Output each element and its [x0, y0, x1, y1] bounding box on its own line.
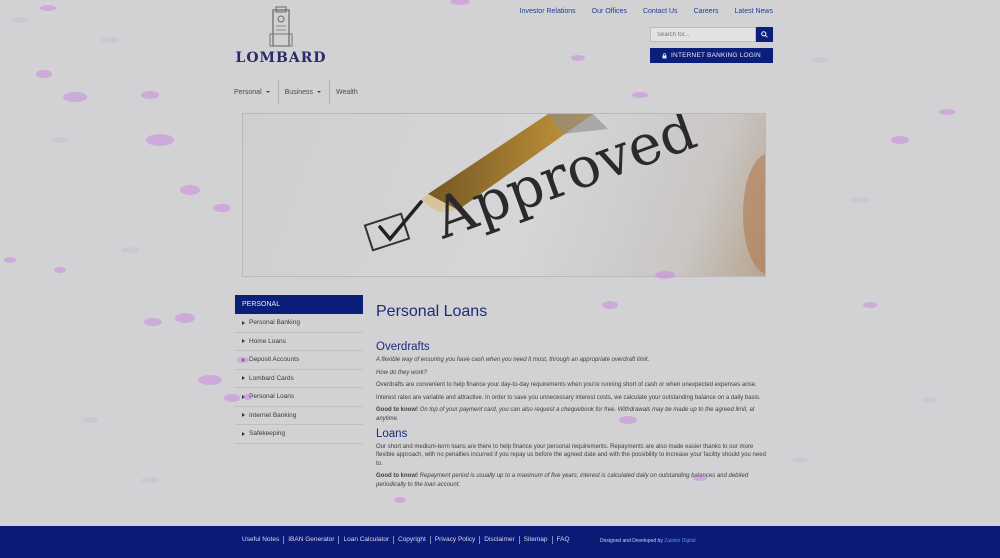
footer-link-loan-calculator[interactable]: Loan Calculator — [339, 536, 394, 544]
sidebar-item-label: Internet Banking — [249, 411, 297, 419]
search-icon — [761, 31, 768, 38]
footer-link-privacy-policy[interactable]: Privacy Policy — [431, 536, 481, 544]
search-button[interactable] — [756, 27, 773, 42]
approved-stamp-image: Approved — [363, 114, 765, 274]
credit-link[interactable]: Zalatini Digital — [664, 538, 695, 544]
caret-right-icon — [242, 431, 245, 436]
top-links: Investor Relations Our Offices Contact U… — [504, 8, 773, 15]
overdrafts-intro: A flexible way of ensuring you have cash… — [376, 357, 650, 363]
overdrafts-paragraph-1: Overdrafts are convenient to help financ… — [376, 382, 757, 389]
nav-wealth-label: Wealth — [336, 88, 358, 96]
good-to-know-text: Repayment period is usually up to a maxi… — [376, 473, 749, 488]
overdrafts-good-to-know: Good to know! On top of your payment car… — [376, 406, 766, 423]
good-to-know-label: Good to know! — [376, 407, 418, 414]
tower-emblem-icon — [269, 6, 293, 47]
loans-good-to-know: Good to know! Repayment period is usuall… — [376, 472, 766, 489]
internet-banking-label: INTERNET BANKING LOGIN — [671, 52, 761, 59]
link-latest-news[interactable]: Latest News — [734, 8, 773, 15]
good-to-know-label: Good to know! — [376, 473, 418, 480]
link-our-offices[interactable]: Our Offices — [592, 8, 627, 15]
chevron-down-icon — [317, 91, 322, 93]
chevron-down-icon — [265, 91, 270, 93]
sidebar-item-label: Personal Banking — [249, 319, 300, 327]
caret-right-icon — [242, 320, 245, 325]
internet-banking-login-button[interactable]: INTERNET BANKING LOGIN — [650, 48, 773, 63]
footer-link-sitemap[interactable]: Sitemap — [520, 536, 553, 544]
footer-link-useful-notes[interactable]: Useful Notes — [242, 536, 285, 544]
footer-links: Useful Notes IBAN Generator Loan Calcula… — [242, 536, 574, 544]
sidebar-item-label: Personal Loans — [249, 393, 295, 401]
sidebar-item-lombard-cards[interactable]: Lombard Cards — [235, 370, 363, 388]
link-careers[interactable]: Careers — [694, 8, 719, 15]
footer-link-faq[interactable]: FAQ — [553, 536, 574, 544]
nav-divider — [277, 80, 279, 104]
overdrafts-question: How do they work? — [376, 369, 428, 376]
sidebar-item-label: Lombard Cards — [249, 374, 294, 382]
nav-business-label: Business — [284, 88, 314, 96]
nav-divider — [329, 80, 331, 104]
sidebar-item-label: Safekeeping — [249, 430, 286, 438]
footer: Useful Notes IBAN Generator Loan Calcula… — [0, 526, 1000, 558]
lombard-logo[interactable]: LOMBARD — [234, 6, 328, 68]
overdrafts-paragraph-2: Interest rates are variable and attracti… — [376, 394, 761, 401]
sidebar-item-safekeeping[interactable]: Safekeeping — [235, 425, 363, 444]
sidebar-item-label: Home Loans — [249, 337, 286, 345]
banner-text: Approved — [425, 114, 705, 252]
search-input[interactable] — [650, 27, 756, 42]
footer-link-iban-generator[interactable]: IBAN Generator — [284, 536, 340, 544]
page-title: Personal Loans — [376, 303, 488, 320]
hero-banner: Approved — [242, 113, 766, 277]
nav-business[interactable]: Business — [285, 80, 329, 104]
sidebar-item-personal-loans[interactable]: Personal Loans — [235, 388, 363, 407]
loans-paragraph-1: Our short and medium-term loans are ther… — [376, 443, 766, 467]
caret-right-icon — [242, 413, 245, 418]
search-bar — [650, 27, 773, 42]
lock-icon — [662, 52, 667, 58]
sidebar-item-label: Deposit Accounts — [249, 356, 300, 364]
credit-prefix: Designed and Developed by — [600, 538, 663, 544]
section-title-overdrafts: Overdrafts — [376, 341, 430, 353]
main-content: Personal Loans Overdrafts A flexible way… — [376, 303, 766, 494]
link-investor-relations[interactable]: Investor Relations — [520, 8, 576, 15]
sidebar-item-personal-banking[interactable]: Personal Banking — [235, 314, 363, 333]
caret-right-icon — [242, 339, 245, 344]
sidebar-item-deposit-accounts[interactable]: Deposit Accounts — [235, 351, 363, 370]
sidebar-nav: PERSONAL Personal Banking Home Loans Dep… — [235, 295, 363, 444]
caret-right-icon — [242, 376, 245, 381]
sidebar-item-home-loans[interactable]: Home Loans — [235, 333, 363, 351]
caret-right-icon — [242, 394, 245, 399]
section-title-loans: Loans — [376, 427, 408, 440]
nav-personal-label: Personal — [234, 88, 262, 96]
nav-wealth[interactable]: Wealth — [336, 80, 366, 104]
footer-credit: Designed and Developed by Zalatini Digit… — [600, 538, 696, 544]
brand-name: LOMBARD — [235, 50, 327, 66]
main-nav: Personal Business Wealth — [234, 80, 366, 104]
link-contact-us[interactable]: Contact Us — [643, 8, 678, 15]
footer-link-copyright[interactable]: Copyright — [394, 536, 431, 544]
sidebar-header: PERSONAL — [235, 295, 363, 314]
caret-right-icon — [242, 357, 245, 362]
nav-personal[interactable]: Personal — [234, 80, 278, 104]
sidebar-item-internet-banking[interactable]: Internet Banking — [235, 407, 363, 425]
footer-link-disclaimer[interactable]: Disclaimer — [480, 536, 520, 544]
good-to-know-text: On top of your payment card, you can als… — [376, 407, 755, 422]
